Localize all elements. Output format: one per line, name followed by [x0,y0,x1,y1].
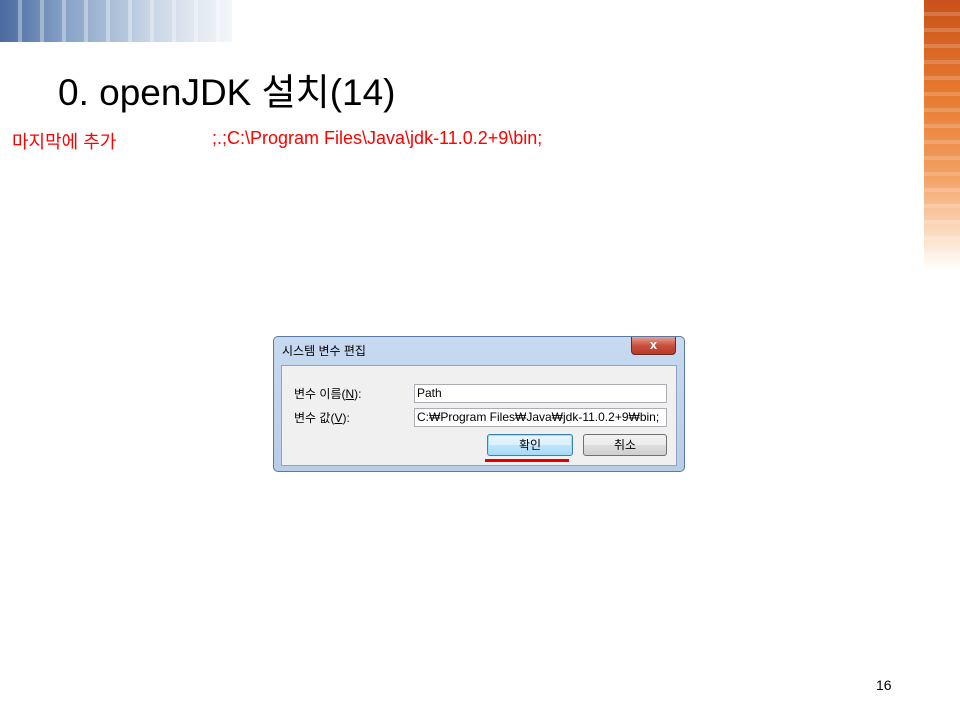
dialog-title: 시스템 변수 편집 [282,344,366,358]
ok-button[interactable]: 확인 [487,434,573,456]
variable-name-label: 변수 이름(N): [294,387,362,401]
side-decoration-strip [924,0,960,270]
annotation-label: 마지막에 추가 [12,132,117,152]
variable-value-input[interactable]: C:₩Program Files₩Java₩jdk-11.0.2+9₩bin; [414,408,667,427]
annotation-path: ;.;C:\Program Files\Java\jdk-11.0.2+9\bi… [212,128,543,148]
cancel-button[interactable]: 취소 [583,434,667,456]
top-decoration-bar [0,0,232,42]
ok-highlight-underline [485,459,569,462]
dialog-body: 변수 이름(N): Path 변수 값(V): C:₩Program Files… [281,365,677,466]
variable-name-input[interactable]: Path [414,384,667,403]
page-number: 16 [876,677,892,693]
edit-system-variable-dialog: 시스템 변수 편집 x 변수 이름(N): Path 변수 값(V): C:₩P… [273,336,685,472]
close-button[interactable]: x [631,337,676,355]
variable-value-label: 변수 값(V): [294,411,350,425]
slide-title: 0. openJDK 설치(14) [58,72,396,113]
close-icon: x [649,337,658,352]
